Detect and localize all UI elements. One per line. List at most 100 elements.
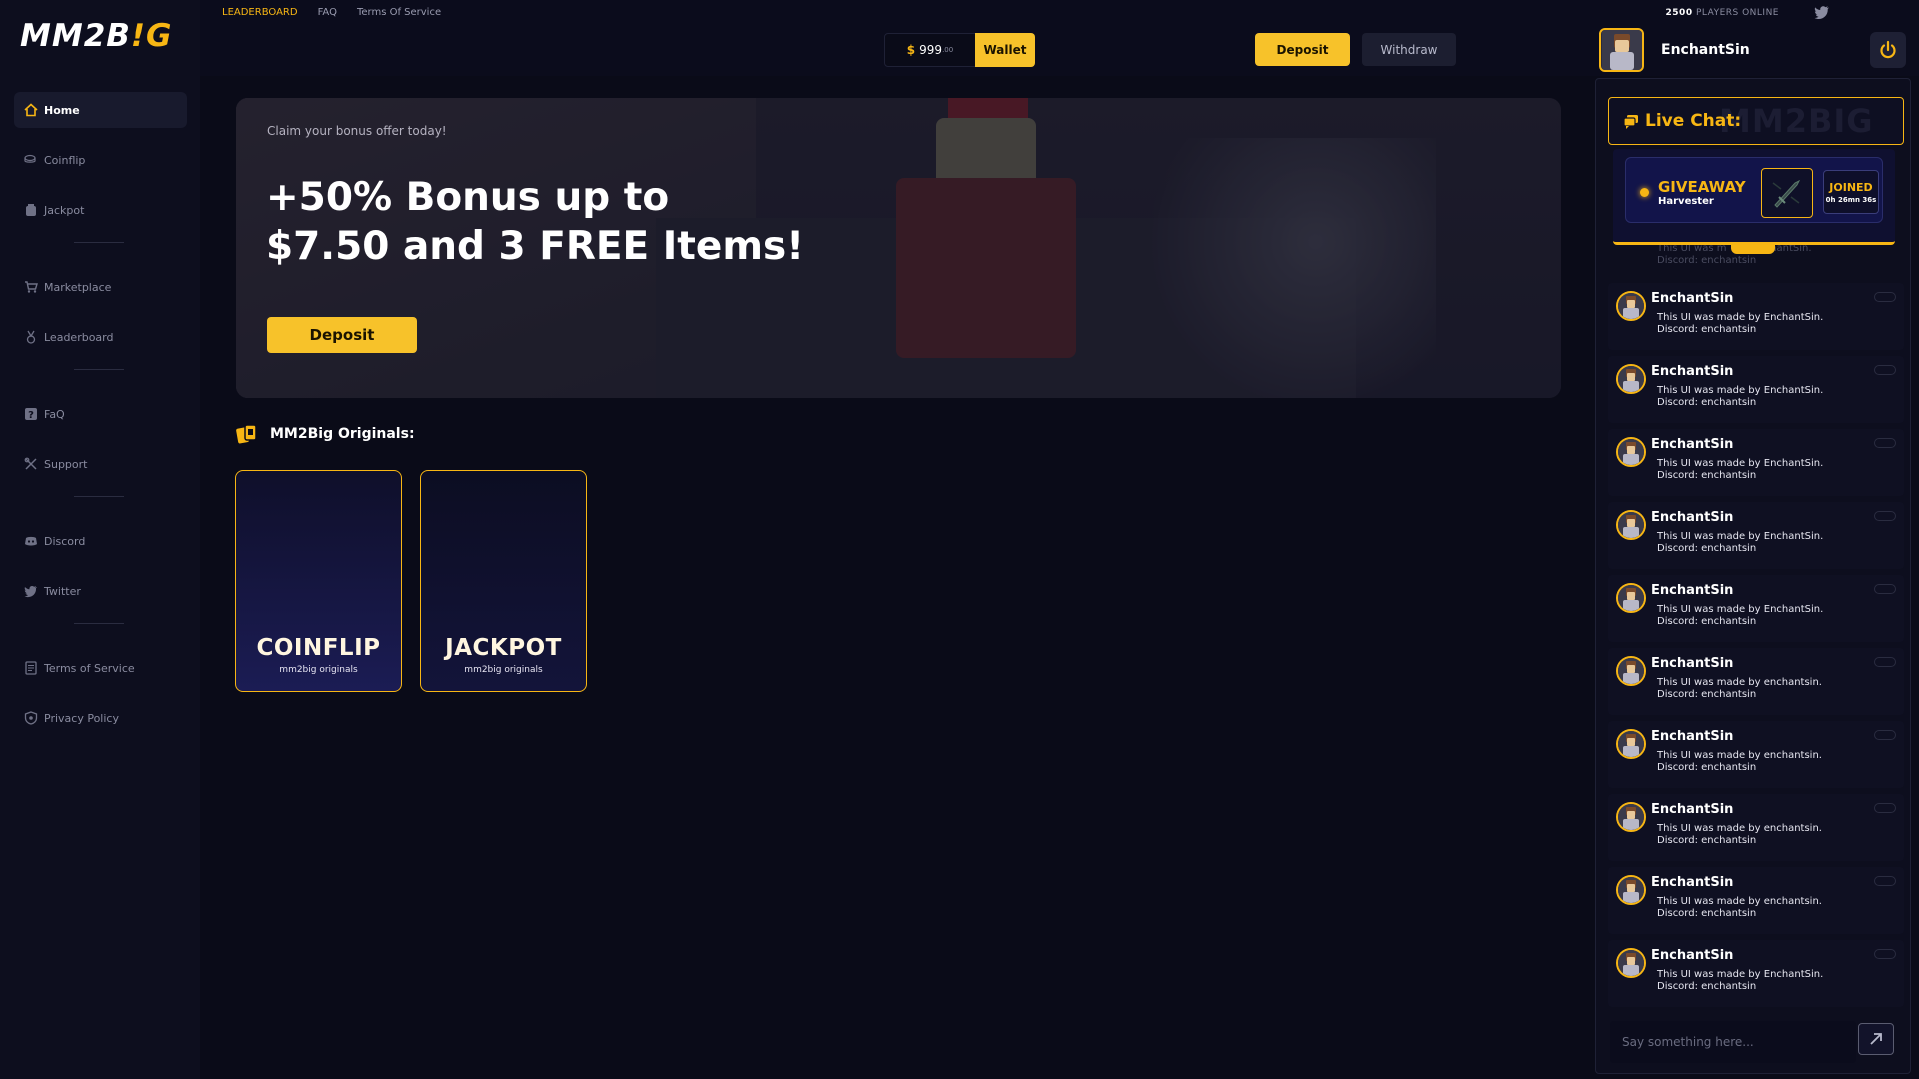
sidebar-item-privacy[interactable]: Privacy Policy xyxy=(14,700,187,736)
game-card-subtitle: mm2big originals xyxy=(279,665,358,675)
username[interactable]: EnchantSin xyxy=(1661,42,1750,58)
chat-username[interactable]: EnchantSin xyxy=(1651,291,1733,306)
wallet-button[interactable]: Wallet xyxy=(975,33,1035,67)
avatar[interactable] xyxy=(1616,364,1646,394)
withdraw-button[interactable]: Withdraw xyxy=(1362,33,1456,66)
deposit-button[interactable]: Deposit xyxy=(1255,33,1350,66)
send-button[interactable] xyxy=(1858,1023,1894,1055)
avatar[interactable] xyxy=(1616,948,1646,978)
avatar[interactable] xyxy=(1616,656,1646,686)
sidebar-item-label: FaQ xyxy=(44,407,65,421)
chat-username[interactable]: EnchantSin xyxy=(1651,364,1733,379)
banner-deposit-button[interactable]: Deposit xyxy=(267,317,417,353)
sidebar-item-support[interactable]: Support xyxy=(14,446,187,482)
site-logo[interactable]: MM2B!G xyxy=(20,18,173,54)
avatar[interactable] xyxy=(1616,802,1646,832)
chat-username[interactable]: EnchantSin xyxy=(1651,948,1733,963)
sidebar-item-leaderboard[interactable]: Leaderboard xyxy=(14,319,187,355)
avatar[interactable] xyxy=(1616,729,1646,759)
sidebar-divider xyxy=(74,623,124,624)
players-online: 2500 PLAYERS ONLINE xyxy=(1666,8,1779,18)
avatar[interactable] xyxy=(1616,291,1646,321)
shield-icon xyxy=(24,711,38,725)
chat-message-text: This UI was made by EnchantSin. Discord: … xyxy=(1657,604,1824,627)
level-badge xyxy=(1874,657,1896,667)
toplink-leaderboard[interactable]: LEADERBOARD xyxy=(222,7,298,18)
chat-input-wrapper xyxy=(1610,1021,1856,1063)
sidebar-item-jackpot[interactable]: Jackpot xyxy=(14,192,187,228)
sidebar-item-label: Twitter xyxy=(44,584,81,598)
promo-banner: Claim your bonus offer today! +50% Bonus… xyxy=(236,98,1561,398)
avatar[interactable] xyxy=(1616,437,1646,467)
players-online-label: PLAYERS ONLINE xyxy=(1695,8,1779,18)
chat-username[interactable]: EnchantSin xyxy=(1651,729,1733,744)
chat-title: Live Chat: xyxy=(1623,111,1741,131)
level-badge xyxy=(1874,803,1896,813)
twitter-icon[interactable] xyxy=(1813,4,1831,20)
avatar[interactable] xyxy=(1616,875,1646,905)
chat-username[interactable]: EnchantSin xyxy=(1651,510,1733,525)
chat-username[interactable]: EnchantSin xyxy=(1651,802,1733,817)
toplink-terms[interactable]: Terms Of Service xyxy=(357,7,441,18)
level-badge xyxy=(1874,730,1896,740)
giveaway-status: JOINED xyxy=(1829,180,1873,194)
chat-message: EnchantSin This UI was made by EnchantSi… xyxy=(1608,502,1904,569)
balance-cents: .00 xyxy=(942,46,954,54)
giveaway-timer: 0h 26mn 36s xyxy=(1825,195,1877,204)
banner-headline-line: $7.50 and 3 FREE Items! xyxy=(266,224,805,269)
giveaway-item-name: Harvester xyxy=(1658,196,1714,207)
chat-watermark: MM2BIG xyxy=(1719,102,1874,140)
logout-button[interactable] xyxy=(1870,32,1906,68)
sidebar-item-marketplace[interactable]: Marketplace xyxy=(14,269,187,305)
level-badge xyxy=(1874,584,1896,594)
giveaway-title: GIVEAWAY xyxy=(1658,178,1746,196)
giveaway-item-image[interactable] xyxy=(1761,168,1813,218)
originals-title-text: MM2Big Originals: xyxy=(270,426,415,442)
chat-message-text: This UI was made by enchantsin. Discord: … xyxy=(1657,896,1822,919)
sidebar-item-home[interactable]: Home xyxy=(14,92,187,128)
chat-message: EnchantSin This UI was made by enchantsi… xyxy=(1608,648,1904,715)
live-indicator xyxy=(1640,188,1649,197)
sidebar-item-faq[interactable]: ? FaQ xyxy=(14,396,187,432)
chat-message: EnchantSin This UI was made by enchantsi… xyxy=(1608,721,1904,788)
chat-username[interactable]: EnchantSin xyxy=(1651,656,1733,671)
chat-username[interactable]: EnchantSin xyxy=(1651,875,1733,890)
banner-headline-line: +50% Bonus up to xyxy=(266,175,670,220)
jackpot-card[interactable]: JACKPOT mm2big originals xyxy=(420,470,587,692)
chat-message: EnchantSin This UI was made by EnchantSi… xyxy=(1608,283,1904,350)
sidebar-divider xyxy=(74,369,124,370)
chat-message-text: This UI was made by EnchantSin. Discord: … xyxy=(1657,969,1824,992)
giveaway-join-button[interactable]: JOINED 0h 26mn 36s xyxy=(1823,170,1879,214)
discord-icon xyxy=(24,534,38,548)
avatar[interactable] xyxy=(1599,28,1644,72)
sidebar-item-label: Terms of Service xyxy=(44,661,135,675)
game-card-subtitle: mm2big originals xyxy=(464,665,543,675)
giveaway-collapse-tab[interactable] xyxy=(1731,242,1775,254)
sidebar-item-twitter[interactable]: Twitter xyxy=(14,573,187,609)
sidebar: MM2B!G Home Coinflip Jackpot Marketplace xyxy=(0,0,200,1079)
giveaway-widget: GIVEAWAY Harvester JOINED 0h 26mn 36s xyxy=(1613,149,1895,254)
chat-message-text: This UI was made by EnchantSin. Discord: … xyxy=(1657,312,1824,335)
avatar[interactable] xyxy=(1616,510,1646,540)
coinflip-card[interactable]: COINFLIP mm2big originals xyxy=(235,470,402,692)
wallet-balance: $ 999 .00 xyxy=(884,33,976,67)
chat-messages: EnchantSin This UI was made by EnchantSi… xyxy=(1608,283,1904,1013)
avatar-icon xyxy=(1601,30,1642,70)
twitter-icon xyxy=(24,584,38,598)
sidebar-item-coinflip[interactable]: Coinflip xyxy=(14,142,187,178)
jackpot-icon xyxy=(24,203,38,217)
chat-header: MM2BIG Live Chat: xyxy=(1608,97,1904,145)
chat-message-text: This UI was made by EnchantSin. Discord: … xyxy=(1657,385,1824,408)
cards-icon xyxy=(236,424,257,444)
sidebar-item-terms[interactable]: Terms of Service xyxy=(14,650,187,686)
sidebar-item-discord[interactable]: Discord xyxy=(14,523,187,559)
chat-input[interactable] xyxy=(1622,1035,1842,1049)
toplink-faq[interactable]: FAQ xyxy=(318,7,337,18)
level-badge xyxy=(1874,438,1896,448)
banner-claim-text: Claim your bonus offer today! xyxy=(267,124,447,138)
chat-username[interactable]: EnchantSin xyxy=(1651,437,1733,452)
chat-username[interactable]: EnchantSin xyxy=(1651,583,1733,598)
level-badge xyxy=(1874,876,1896,886)
players-online-count: 2500 xyxy=(1665,8,1693,18)
avatar[interactable] xyxy=(1616,583,1646,613)
